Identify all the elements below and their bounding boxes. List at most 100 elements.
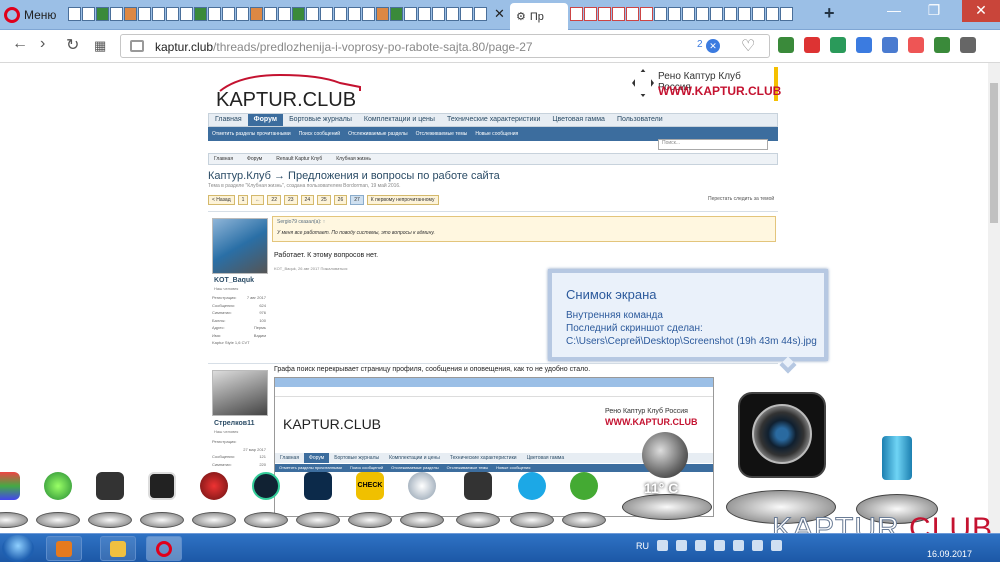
dock-item[interactable] — [0, 468, 28, 528]
tray-icon[interactable] — [676, 540, 687, 551]
dock-item[interactable] — [34, 468, 80, 528]
weather-widget[interactable]: 11° C — [620, 430, 715, 520]
extension-icon[interactable] — [934, 37, 950, 53]
avatar[interactable] — [212, 218, 268, 274]
speed-dial-icon[interactable]: ▦ — [94, 38, 106, 54]
tab-active[interactable]: ⚙ Пр — [510, 3, 568, 30]
breadcrumb-section[interactable]: Клубная жизнь — [336, 154, 371, 164]
subnav-mark-read[interactable]: Отметить разделы прочитанными — [212, 127, 291, 141]
site-info-icon[interactable] — [130, 40, 144, 52]
nav-journals[interactable]: Бортовые журналы — [283, 114, 358, 126]
tray-icon[interactable] — [733, 540, 744, 551]
page-link[interactable]: 26 — [333, 195, 348, 205]
opera-menu-button[interactable]: Меню — [4, 5, 56, 25]
extension-icons — [778, 37, 976, 53]
adblock-icon[interactable] — [804, 37, 820, 53]
folder-icon — [110, 541, 126, 557]
windows-flag-icon — [0, 472, 20, 500]
tray-icon[interactable] — [714, 540, 725, 551]
nav-specs[interactable]: Технические характеристики — [441, 114, 546, 126]
page-link[interactable]: 24 — [300, 195, 315, 205]
more-tabs[interactable] — [570, 7, 810, 23]
page-link[interactable]: 1 — [237, 195, 249, 205]
dock-item[interactable] — [86, 468, 132, 528]
dock-item[interactable] — [560, 468, 606, 528]
tray-icon[interactable] — [695, 540, 706, 551]
page-link[interactable]: 22 — [267, 195, 281, 205]
taskbar-explorer[interactable] — [100, 536, 136, 561]
adblock-badge-icon[interactable]: ✕ — [706, 39, 720, 53]
start-button[interactable] — [2, 535, 34, 562]
extension-icon[interactable] — [882, 37, 898, 53]
quote-header[interactable]: Sergio79 сказал(а): ↑ — [277, 219, 325, 225]
reload-button[interactable]: ↻ — [66, 35, 79, 55]
translate-icon[interactable] — [856, 37, 872, 53]
new-tab-button[interactable]: + — [824, 3, 835, 24]
camera-lens-icon — [752, 404, 812, 464]
taskbar-opera[interactable] — [146, 536, 182, 561]
subnav-search[interactable]: Поиск сообщений — [299, 127, 340, 141]
pinned-tabs[interactable] — [68, 7, 508, 23]
screenshot-notification[interactable]: Снимок экрана Внутренняя команда Последн… — [548, 269, 828, 374]
subnav-watched-forums[interactable]: Отслеживаемые разделы — [348, 127, 408, 141]
download-icon[interactable] — [960, 37, 976, 53]
forum-search-input[interactable]: Поиск... — [658, 139, 768, 150]
main-nav: Главная Форум Бортовые журналы Комплекта… — [208, 113, 778, 127]
address-bar[interactable]: kaptur.club/threads/predlozhenija-i-vopr… — [120, 34, 770, 58]
breadcrumb-forum[interactable]: Форум — [247, 154, 262, 164]
first-unread-button[interactable]: К первому непрочитанному — [366, 195, 439, 205]
nav-colors[interactable]: Цветовая гамма — [546, 114, 611, 126]
dock-item[interactable] — [454, 468, 500, 528]
breadcrumb-home[interactable]: Главная — [214, 154, 233, 164]
bookmark-heart-icon[interactable]: ♡ — [741, 36, 755, 56]
recycle-bin-dock-item[interactable] — [854, 432, 940, 524]
post-username[interactable]: KOT_Baquk — [214, 277, 254, 284]
back-button[interactable]: ← — [12, 35, 28, 53]
dock-item[interactable] — [138, 468, 184, 528]
nav-home[interactable]: Главная — [209, 114, 248, 126]
avatar[interactable] — [212, 370, 268, 416]
url-text[interactable]: kaptur.club/threads/predlozhenija-i-vopr… — [155, 40, 533, 54]
window-close-button[interactable]: ✕ — [962, 0, 1000, 22]
renault-banner[interactable]: Рено Каптур Клуб Россия WWW.KAPTUR.CLUB — [628, 67, 781, 101]
page-prev[interactable]: < Назад — [208, 195, 235, 205]
page-jump[interactable]: ← — [251, 195, 265, 205]
network-icon[interactable] — [752, 540, 763, 551]
dock-item[interactable] — [398, 468, 444, 528]
extension-icon[interactable] — [908, 37, 924, 53]
language-indicator[interactable]: RU — [636, 541, 649, 551]
nav-users[interactable]: Пользователи — [611, 114, 669, 126]
tab-close-icon[interactable]: ✕ — [494, 6, 505, 22]
nav-forum[interactable]: Форум — [247, 114, 284, 126]
post-message: Графа поиск перекрывает страницу профиля… — [274, 366, 591, 373]
site-logo[interactable]: KAPTUR.CLUB — [210, 69, 370, 111]
browser-toolbar: ← › ↻ ▦ kaptur.club/threads/predlozhenij… — [0, 30, 1000, 63]
dock-item[interactable] — [294, 468, 340, 528]
volume-icon[interactable] — [771, 540, 782, 551]
dock-item[interactable]: CHECK — [346, 468, 392, 528]
unwatch-thread-link[interactable]: Перестать следить за темой — [708, 196, 774, 202]
page-current[interactable]: 27 — [350, 195, 364, 205]
tray-icon[interactable] — [657, 540, 668, 551]
u-shield-icon — [252, 472, 280, 500]
at-icon[interactable] — [830, 37, 846, 53]
clock-date[interactable]: 16.09.2017 — [927, 549, 972, 559]
dock-item[interactable] — [508, 468, 554, 528]
page-link[interactable]: 25 — [317, 195, 331, 205]
extension-icon[interactable] — [778, 37, 794, 53]
screenshot-app-dock-item[interactable] — [722, 388, 840, 524]
maximize-button[interactable]: ❐ — [920, 0, 948, 22]
minimize-button[interactable]: — — [880, 0, 908, 22]
forward-button[interactable]: › — [40, 35, 45, 53]
post-username[interactable]: Стрелков11 — [214, 420, 255, 427]
subnav-new-posts[interactable]: Новые сообщения — [475, 127, 518, 141]
page-link[interactable]: 23 — [283, 195, 298, 205]
scrollbar[interactable] — [988, 63, 1000, 533]
scroll-thumb[interactable] — [990, 83, 998, 223]
subnav-watched-threads[interactable]: Отслеживаемые темы — [416, 127, 468, 141]
dock-item[interactable] — [242, 468, 288, 528]
taskbar-media-player[interactable] — [46, 536, 82, 561]
breadcrumb-club[interactable]: Renault Kaptur Клуб — [276, 154, 322, 164]
nav-trims[interactable]: Комплектации и цены — [358, 114, 441, 126]
dock-item[interactable] — [190, 468, 236, 528]
